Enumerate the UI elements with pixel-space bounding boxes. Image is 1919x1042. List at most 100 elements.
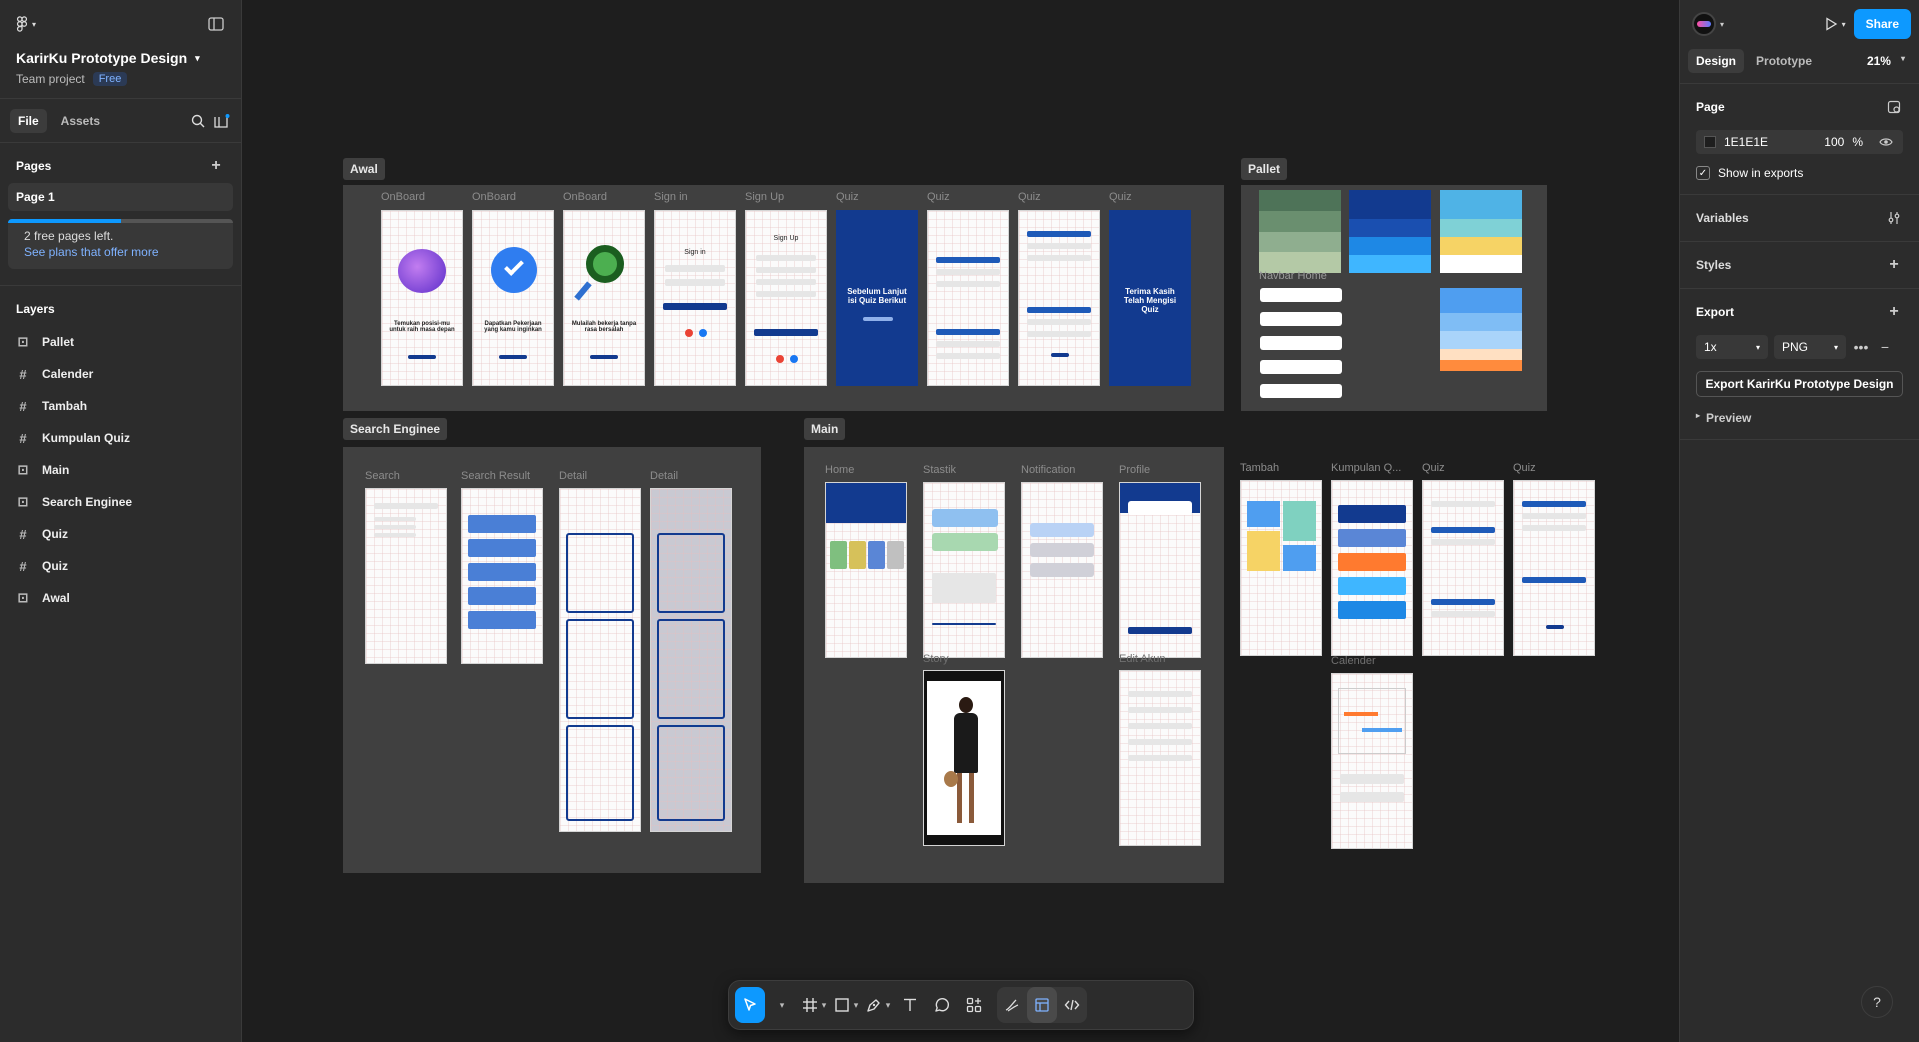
page-fill-row[interactable]: 1E1E1E 100 % xyxy=(1696,130,1903,154)
show-in-exports-toggle[interactable]: ✓ Show in exports xyxy=(1696,166,1903,180)
frame-search-result[interactable] xyxy=(461,488,543,664)
share-button[interactable]: Share xyxy=(1853,9,1911,39)
design-canvas[interactable]: Awal OnBoard OnBoard OnBoard Sign in Sig… xyxy=(243,0,1679,1042)
export-scale-select[interactable]: 1x ▾ xyxy=(1696,335,1768,359)
palette-blues[interactable] xyxy=(1349,190,1431,274)
tab-design[interactable]: Design xyxy=(1688,48,1745,73)
preview-toggle[interactable]: ▸ Preview xyxy=(1696,411,1903,425)
frame-kumpulan-quiz[interactable] xyxy=(1331,480,1413,656)
frame-profile[interactable] xyxy=(1119,482,1201,658)
dev-mode-button[interactable] xyxy=(1057,987,1087,1023)
draw-mode-button[interactable] xyxy=(997,987,1027,1023)
layer-item[interactable]: ⊡ Pallet xyxy=(0,326,241,358)
frame-label[interactable]: Sign in xyxy=(654,191,688,203)
palette-sky[interactable] xyxy=(1440,190,1522,274)
frame-label[interactable]: Stastik xyxy=(923,464,956,476)
frame-quiz-right-2[interactable] xyxy=(1513,480,1595,656)
frame-stastik[interactable] xyxy=(923,482,1005,658)
frame-sign-up[interactable]: Sign Up xyxy=(745,210,827,386)
frame-label[interactable]: Search Result xyxy=(461,470,530,482)
export-format-select[interactable]: PNG ▾ xyxy=(1774,335,1846,359)
tab-file[interactable]: File xyxy=(10,108,47,133)
frame-label[interactable]: Edit Akun xyxy=(1119,653,1165,665)
design-mode-button[interactable] xyxy=(1027,987,1057,1023)
frame-story[interactable] xyxy=(923,670,1005,846)
move-tool-dropdown[interactable]: ▾ xyxy=(767,987,797,1023)
navbar-variants[interactable] xyxy=(1260,288,1342,398)
present-play-icon[interactable]: ▾ xyxy=(1824,17,1846,31)
search-icon[interactable] xyxy=(189,112,207,130)
fill-swatch[interactable] xyxy=(1704,136,1716,148)
frame-onboard-3[interactable]: Mulailah bekerja tanpa rasa bersalah xyxy=(563,210,645,386)
frame-quiz-3[interactable] xyxy=(1018,210,1100,386)
frame-label[interactable]: Quiz xyxy=(1018,191,1041,203)
frame-detail-2[interactable] xyxy=(650,488,732,832)
plan-badge[interactable]: Free xyxy=(92,72,128,86)
see-plans-link[interactable]: See plans that offer more xyxy=(24,245,221,259)
frame-label[interactable]: Search xyxy=(365,470,400,482)
layer-item[interactable]: ⊡ Awal xyxy=(0,582,241,614)
library-icon[interactable] xyxy=(213,112,231,130)
frame-label[interactable]: OnBoard xyxy=(472,191,516,203)
layer-item[interactable]: ⊡ Search Enginee xyxy=(0,486,241,518)
frame-home[interactable] xyxy=(825,482,907,658)
navbar-home-label[interactable]: Navbar Home xyxy=(1259,270,1327,282)
tab-prototype[interactable]: Prototype xyxy=(1748,49,1820,73)
frame-onboard-1[interactable]: Temukan posisi-mu untuk raih masa depan xyxy=(381,210,463,386)
project-title-button[interactable]: KarirKu Prototype Design ▾ xyxy=(16,50,225,66)
variables-adjust-icon[interactable] xyxy=(1885,209,1903,227)
section-label-search[interactable]: Search Enginee xyxy=(343,418,448,440)
help-button[interactable]: ? xyxy=(1861,986,1893,1018)
more-options-icon[interactable]: ••• xyxy=(1852,338,1870,356)
pen-tool-button[interactable]: ▾ xyxy=(863,987,893,1023)
frame-label[interactable]: Sign Up xyxy=(745,191,784,203)
frame-label[interactable]: Notification xyxy=(1021,464,1075,476)
move-tool-button[interactable] xyxy=(735,987,765,1023)
zoom-dropdown[interactable]: 21% ▾ xyxy=(1867,54,1911,68)
layer-item[interactable]: ⊡ Main xyxy=(0,454,241,486)
frame-quiz-1[interactable]: Sebelum Lanjut isi Quiz Berikut xyxy=(836,210,918,386)
frame-label[interactable]: Quiz xyxy=(927,191,950,203)
toggle-sidebar-icon[interactable] xyxy=(207,15,225,33)
fill-opacity-input[interactable]: 100 xyxy=(1824,135,1844,149)
layer-item[interactable]: # Tambah xyxy=(0,390,241,422)
section-label-pallet[interactable]: Pallet xyxy=(1241,158,1288,180)
layer-item[interactable]: # Quiz xyxy=(0,518,241,550)
page-item[interactable]: Page 1 xyxy=(8,183,233,211)
add-style-icon[interactable]: + xyxy=(1885,256,1903,274)
frame-label[interactable]: Home xyxy=(825,464,854,476)
frame-label[interactable]: Kumpulan Q... xyxy=(1331,462,1401,474)
export-button[interactable]: Export KarirKu Prototype Design xyxy=(1696,371,1903,397)
frame-label[interactable]: Tambah xyxy=(1240,462,1279,474)
frame-tambah[interactable] xyxy=(1240,480,1322,656)
frame-quiz-right-1[interactable] xyxy=(1422,480,1504,656)
layer-item[interactable]: # Kumpulan Quiz xyxy=(0,422,241,454)
frame-quiz-4[interactable]: Terima Kasih Telah Mengisi Quiz xyxy=(1109,210,1191,386)
frame-label[interactable]: Story xyxy=(923,653,949,665)
palette-soft[interactable] xyxy=(1440,288,1522,372)
frame-label[interactable]: Quiz xyxy=(1109,191,1132,203)
eye-icon[interactable] xyxy=(1877,133,1895,151)
section-label-main[interactable]: Main xyxy=(804,418,846,440)
frame-onboard-2[interactable]: Dapatkan Pekerjaan yang kamu inginkan xyxy=(472,210,554,386)
frame-label[interactable]: Detail xyxy=(559,470,587,482)
checkbox-checked-icon[interactable]: ✓ xyxy=(1696,166,1710,180)
tab-assets[interactable]: Assets xyxy=(53,109,108,133)
page-style-icon[interactable] xyxy=(1885,98,1903,116)
palette-greens[interactable] xyxy=(1259,190,1341,273)
frame-label[interactable]: Calender xyxy=(1331,655,1376,667)
fill-hex-input[interactable]: 1E1E1E xyxy=(1724,135,1816,149)
shape-tool-button[interactable]: ▾ xyxy=(831,987,861,1023)
frame-tool-button[interactable]: ▾ xyxy=(799,987,829,1023)
frame-label[interactable]: OnBoard xyxy=(381,191,425,203)
remove-export-icon[interactable]: − xyxy=(1876,338,1894,356)
add-page-icon[interactable]: + xyxy=(207,157,225,175)
layer-item[interactable]: # Calender xyxy=(0,358,241,390)
frame-label[interactable]: Quiz xyxy=(836,191,859,203)
frame-detail-1[interactable] xyxy=(559,488,641,832)
frame-label[interactable]: Quiz xyxy=(1513,462,1536,474)
frame-sign-in[interactable]: Sign in xyxy=(654,210,736,386)
frame-label[interactable]: OnBoard xyxy=(563,191,607,203)
section-label-awal[interactable]: Awal xyxy=(343,158,385,180)
frame-label[interactable]: Detail xyxy=(650,470,678,482)
